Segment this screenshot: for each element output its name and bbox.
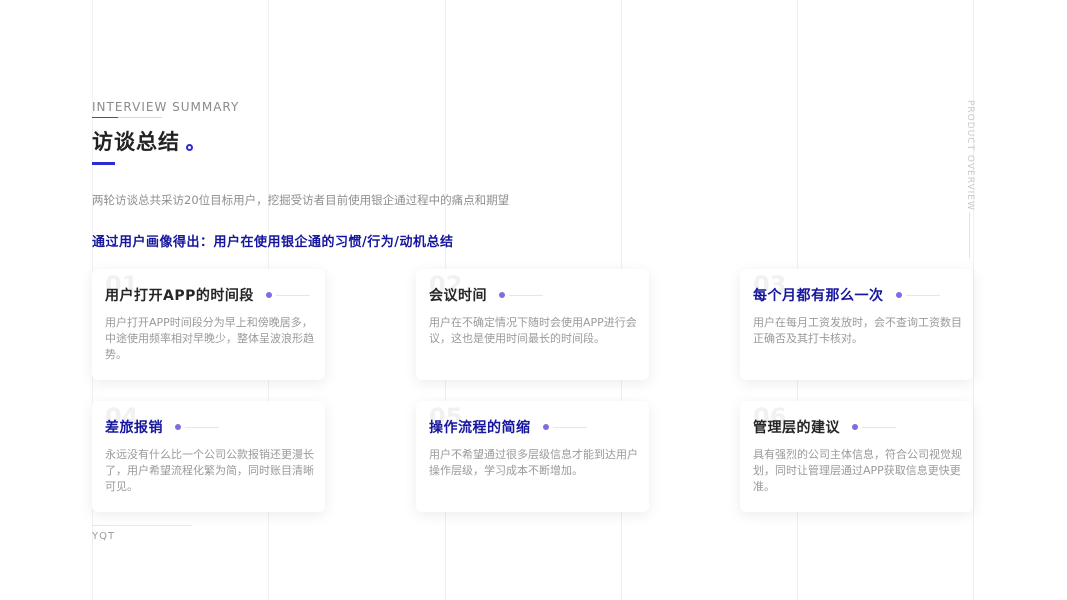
- page-title: 访谈总结: [92, 126, 193, 156]
- summary-card: 03 每个月都有那么一次 用户在每月工资发放时，会不查询工资数目正确否及其打卡核…: [740, 269, 973, 380]
- page-title-text: 访谈总结: [92, 130, 180, 154]
- card-title-text: 差旅报销: [105, 420, 163, 436]
- title-rule: [275, 295, 310, 296]
- card-title-text: 用户打开APP的时间段: [105, 288, 254, 304]
- title-rule: [185, 427, 219, 428]
- card-title: 每个月都有那么一次: [753, 285, 940, 305]
- card-body: 永远没有什么比一个公司公款报销还更漫长了，用户希望流程化繁为简，同时账目清晰可见…: [105, 448, 314, 493]
- card-title-text: 每个月都有那么一次: [753, 288, 884, 304]
- summary-card: 06 管理层的建议 具有强烈的公司主体信息，符合公司视觉规划，同时让管理层通过A…: [740, 401, 973, 512]
- side-label: PRODUCT OVERVIEW: [965, 100, 975, 211]
- dot-icon: [852, 424, 858, 430]
- dot-icon: [265, 292, 272, 298]
- footer-label: YQT: [92, 531, 116, 542]
- section-eyebrow: INTERVIEW SUMMARY: [92, 100, 240, 114]
- intro-text: 两轮访谈总共采访20位目标用户，挖掘受访者目前使用银企通过程中的痛点和期望: [92, 193, 510, 207]
- title-rule: [509, 295, 543, 296]
- card-title: 差旅报销: [105, 417, 219, 437]
- eyebrow-rule-accent: [92, 117, 118, 118]
- card-title-text: 操作流程的简缩: [429, 420, 531, 436]
- title-rule: [905, 295, 940, 296]
- title-rule: [862, 427, 896, 428]
- card-title-text: 管理层的建议: [753, 420, 840, 436]
- dot-icon: [542, 424, 549, 430]
- highlight-text: 通过用户画像得出：用户在使用银企通的习惯/行为/动机总结: [92, 235, 454, 250]
- card-body: 用户在每月工资发放时，会不查询工资数目正确否及其打卡核对。: [753, 316, 962, 345]
- summary-card: 05 操作流程的简缩 用户不希望通过很多层级信息才能到达用户操作层级，学习成本不…: [416, 401, 649, 512]
- card-body: 用户不希望通过很多层级信息才能到达用户操作层级，学习成本不断增加。: [429, 448, 638, 477]
- card-body: 用户打开APP时间段分为早上和傍晚居多，中途使用频率相对早晚少，整体呈波浪形趋势…: [105, 316, 314, 361]
- footer-rule: [92, 525, 192, 526]
- card-title: 管理层的建议: [753, 417, 896, 437]
- card-title-text: 会议时间: [429, 288, 487, 304]
- title-circle-icon: [186, 144, 193, 151]
- card-body: 用户在不确定情况下随时会使用APP进行会议，这也是使用时间最长的时间段。: [429, 316, 637, 345]
- card-body: 具有强烈的公司主体信息，符合公司视觉规划，同时让管理层通过APP获取信息更快更准…: [753, 448, 962, 493]
- card-title: 会议时间: [429, 285, 543, 305]
- title-accent-bar: [92, 162, 115, 165]
- dot-icon: [175, 424, 181, 430]
- grid-line: [973, 0, 974, 600]
- side-rule: [969, 212, 970, 258]
- summary-card: 04 差旅报销 永远没有什么比一个公司公款报销还更漫长了，用户希望流程化繁为简，…: [92, 401, 325, 512]
- dot-icon: [895, 292, 902, 298]
- summary-card: 01 用户打开APP的时间段 用户打开APP时间段分为早上和傍晚居多，中途使用频…: [92, 269, 325, 380]
- card-title: 操作流程的简缩: [429, 417, 587, 437]
- summary-card: 02 会议时间 用户在不确定情况下随时会使用APP进行会议，这也是使用时间最长的…: [416, 269, 649, 380]
- card-title: 用户打开APP的时间段: [105, 285, 310, 305]
- title-rule: [552, 427, 587, 428]
- dot-icon: [499, 292, 505, 298]
